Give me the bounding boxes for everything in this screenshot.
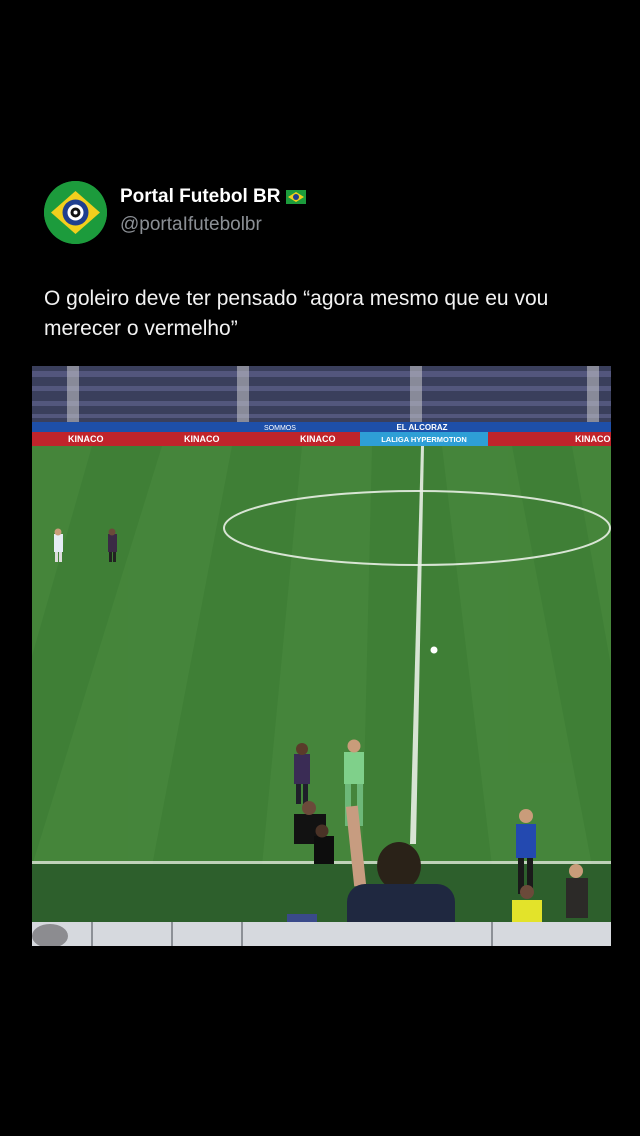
brazil-flag-avatar-icon [44,181,107,244]
tweet-text: O goleiro deve ter pensado “agora mesmo … [44,287,549,340]
board-kinaco-4: KINACO [575,434,611,444]
brazil-flag-icon [286,190,307,204]
football-match-image: EL ALCORAZ SOMMOS KINACO KINACO KINACO L… [32,366,611,946]
author-handle[interactable]: @portaIfutebolbr [120,214,262,236]
author-display-name[interactable]: Portal Futebol BR [120,186,280,208]
avatar[interactable] [44,181,107,244]
board-stadium: EL ALCORAZ [396,423,447,432]
author-name-row[interactable]: Portal Futebol BR [120,186,307,208]
board-kinaco-3: KINACO [300,434,336,444]
board-league: LALIGA HYPERMOTION [381,435,467,444]
board-kinaco-1: KINACO [68,434,104,444]
video-frame[interactable]: EL ALCORAZ SOMMOS KINACO KINACO KINACO L… [32,366,611,946]
board-sommos: SOMMOS [264,425,296,432]
board-kinaco-2: KINACO [184,434,220,444]
tweet-card: Portal Futebol BR @portaIfutebolbr O gol… [0,0,640,1136]
